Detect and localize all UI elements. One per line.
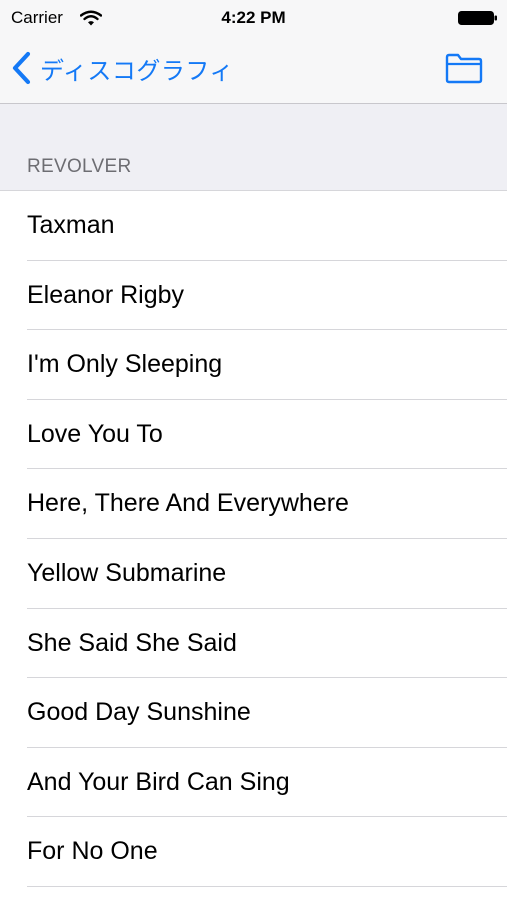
song-row[interactable]: Here, There And Everywhere bbox=[0, 469, 507, 539]
song-title: Good Day Sunshine bbox=[27, 698, 251, 727]
status-time: 4:22 PM bbox=[221, 8, 286, 27]
row-separator bbox=[27, 885, 507, 887]
back-button-label: ディスコグラフィ bbox=[40, 56, 234, 85]
song-title: Eleanor Rigby bbox=[27, 280, 185, 309]
song-title: She Said She Said bbox=[27, 628, 237, 657]
battery-icon bbox=[458, 11, 497, 25]
song-title: Taxman bbox=[27, 211, 115, 239]
song-row[interactable]: And Your Bird Can Sing bbox=[0, 747, 507, 818]
song-row[interactable]: For No One bbox=[0, 817, 507, 887]
song-title: And Your Bird Can Sing bbox=[27, 767, 290, 796]
song-row[interactable]: Eleanor Rigby bbox=[0, 260, 507, 331]
song-row[interactable]: She Said She Said bbox=[0, 608, 507, 679]
back-button[interactable]: ディスコグラフィ bbox=[10, 50, 234, 86]
song-row[interactable]: Good Day Sunshine bbox=[0, 678, 507, 748]
song-title: I'm Only Sleeping bbox=[27, 350, 223, 379]
folder-icon[interactable] bbox=[445, 52, 483, 84]
song-row[interactable]: Love You To bbox=[0, 399, 507, 470]
song-title: Yellow Submarine bbox=[27, 558, 227, 587]
song-title: Here, There And Everywhere bbox=[27, 489, 349, 518]
song-row[interactable]: Taxman bbox=[0, 191, 507, 261]
section-title: REVOLVER bbox=[27, 156, 132, 177]
song-title: For No One bbox=[27, 837, 158, 866]
status-bar: Carrier 4:22 PM bbox=[0, 0, 507, 36]
song-row[interactable]: I'm Only Sleeping bbox=[0, 330, 507, 400]
section-header: REVOLVER bbox=[0, 104, 507, 191]
navigation-bar: ディスコグラフィ bbox=[0, 36, 507, 104]
song-row[interactable]: Yellow Submarine bbox=[0, 538, 507, 609]
song-list: Taxman Eleanor Rigby I'm Only Sleeping L… bbox=[0, 191, 507, 887]
song-title: Love You To bbox=[27, 419, 163, 448]
chevron-left-icon bbox=[12, 51, 31, 85]
